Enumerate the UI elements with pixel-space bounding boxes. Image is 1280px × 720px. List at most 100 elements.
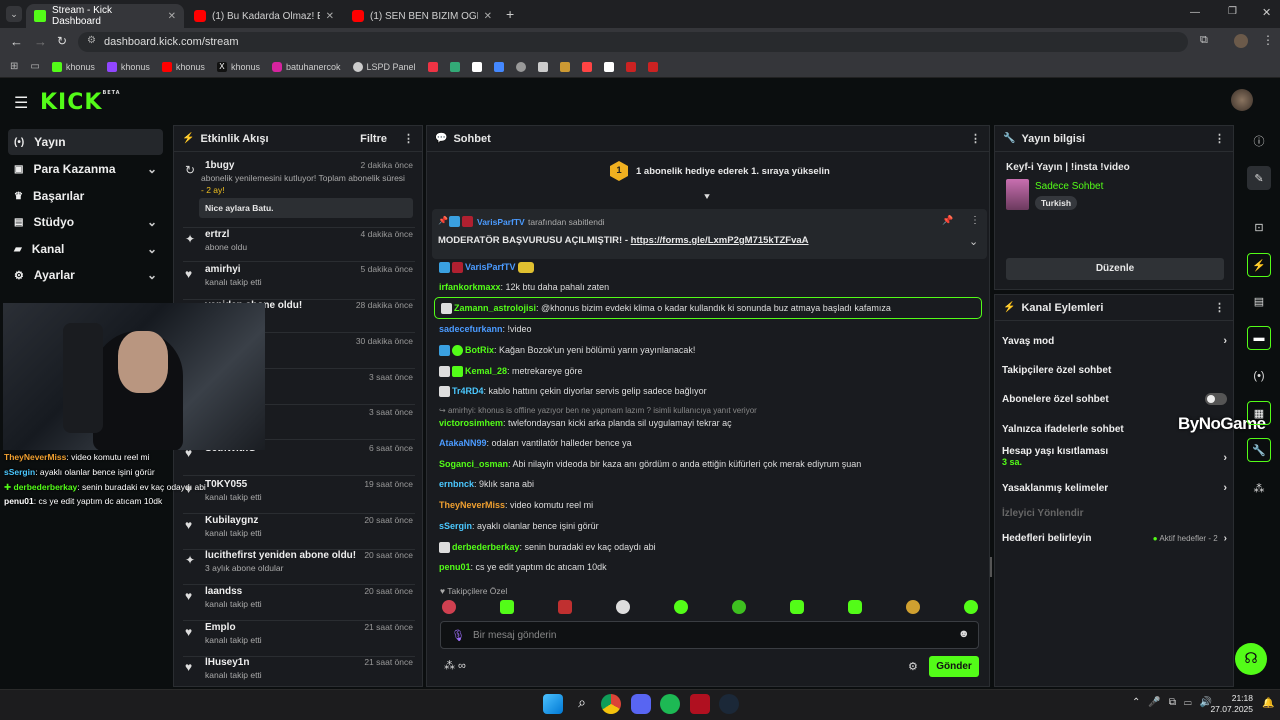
clipboard-icon[interactable]: ▤	[1247, 289, 1271, 313]
emote-icon[interactable]	[732, 600, 746, 614]
action-account-age[interactable]: Hesap yaşı kısıtlaması 3 sa. ›	[1002, 446, 1227, 472]
more-options-icon[interactable]: ⋮	[970, 132, 981, 145]
bookmark-favicon-icon[interactable]	[493, 61, 504, 72]
close-icon[interactable]: ✕	[326, 11, 334, 22]
info-icon[interactable]: ⓘ	[1247, 129, 1271, 153]
chat-settings-icon[interactable]: ⚙	[908, 660, 918, 673]
window-close-icon[interactable]: ✕	[1262, 6, 1271, 19]
steam-icon[interactable]	[719, 694, 739, 714]
action-banned-words[interactable]: Yasaklanmış kelimeler ›	[1002, 481, 1227, 495]
browser-menu-icon[interactable]: ⋮	[1262, 33, 1274, 47]
tab-list-chevron-icon[interactable]: ⌄	[6, 6, 22, 22]
apps-grid-icon[interactable]: ⊞	[10, 61, 18, 72]
bookmark-favicon-icon[interactable]	[625, 61, 636, 72]
bookmark-favicon-icon[interactable]	[603, 61, 614, 72]
search-icon[interactable]: ⌕	[572, 694, 592, 714]
activity-item[interactable]: ↻ 1bugy 2 dakika önce abonelik yenilemes…	[183, 160, 415, 228]
edit-stream-button[interactable]: Düzenle	[1006, 258, 1224, 280]
sidebar-item-studyo[interactable]: ▤ Stüdyo ⌄	[8, 209, 163, 235]
emote-icon[interactable]	[790, 600, 804, 614]
bookmark-item[interactable]: khonus	[106, 61, 150, 72]
bookmark-item[interactable]: Xkhonus	[216, 61, 260, 72]
more-options-icon[interactable]: ⋮	[403, 132, 414, 145]
hamburger-menu-icon[interactable]: ☰	[14, 93, 28, 113]
sidebar-item-basarilar[interactable]: ♛ Başarılar	[8, 183, 163, 209]
filter-button[interactable]: Filtre	[360, 133, 387, 145]
bookmark-favicon-icon[interactable]	[537, 61, 548, 72]
activity-item[interactable]: ♥ laandss 20 saat önce kanalı takip etti	[183, 586, 415, 621]
emote-icon[interactable]	[442, 600, 456, 614]
chat-input[interactable]: 🎙 Bir mesaj gönderin ☻	[440, 621, 979, 649]
activity-item[interactable]: ✦ lucithefirst yeniden abone oldu! 20 sa…	[183, 550, 415, 585]
edit-pencil-icon[interactable]: ✎	[1247, 166, 1271, 190]
bookmark-favicon-icon[interactable]	[515, 61, 526, 72]
more-options-icon[interactable]: ⋮	[970, 215, 980, 226]
broadcast-icon[interactable]: (•)	[1247, 364, 1271, 388]
browser-tab[interactable]: (1) Bu Kadarda Olmaz! Esnafın ✕	[186, 4, 342, 28]
stats-icon[interactable]: ▦	[1247, 401, 1271, 425]
emoji-icon[interactable]: ☻	[958, 628, 970, 640]
action-set-goals[interactable]: Hedefleri belirleyin ● Aktif hedefler - 2…	[1002, 531, 1227, 545]
send-button[interactable]: Gönder	[929, 656, 979, 677]
emote-icon[interactable]	[848, 600, 862, 614]
activity-item[interactable]: ♥ Emplo 21 saat önce kanalı takip etti	[183, 622, 415, 657]
close-icon[interactable]: ✕	[168, 11, 176, 22]
expand-chevron-icon[interactable]: ⌄	[969, 235, 978, 248]
action-subscribers-only[interactable]: Abonelere özel sohbet	[1002, 392, 1227, 406]
bookmark-item[interactable]: batuhanercok	[271, 61, 341, 72]
bookmark-favicon-icon[interactable]	[559, 61, 570, 72]
chat-bubble-icon[interactable]: ▬	[1247, 326, 1271, 350]
close-icon[interactable]: ✕	[484, 11, 492, 22]
activity-item[interactable]: ♥ Kubilaygnz 20 saat önce kanalı takip e…	[183, 515, 415, 550]
spotify-icon[interactable]	[660, 694, 680, 714]
pinned-message[interactable]: 📌 VarisParfTV tarafından sabitlendi 📌 ⋮ …	[432, 209, 987, 259]
restore-icon[interactable]: ❐	[1228, 6, 1237, 17]
emote-icon[interactable]	[558, 600, 572, 614]
folder-icon[interactable]: ▭	[30, 61, 39, 72]
apps-icon[interactable]: ⁂	[1247, 476, 1271, 500]
browser-tab[interactable]: (1) SEN BEN BİZİM OĞLAN | 55 ✕	[344, 4, 500, 28]
collapse-arrow-icon[interactable]: ⯆	[703, 192, 711, 203]
bookmark-favicon-icon[interactable]	[427, 61, 438, 72]
emote-icon[interactable]	[964, 600, 978, 614]
new-tab-plus-icon[interactable]: +	[506, 6, 514, 22]
pinned-by-user[interactable]: VarisParfTV	[477, 217, 525, 227]
reload-icon[interactable]: ↻	[57, 34, 67, 48]
activity-item[interactable]: ♥ lHusey1n 21 saat önce kanalı takip ett…	[183, 657, 415, 685]
bookmark-favicon-icon[interactable]	[449, 61, 460, 72]
sidebar-item-yayin[interactable]: (•) Yayın	[8, 129, 163, 155]
more-options-icon[interactable]: ⋮	[1214, 301, 1225, 314]
chrome-icon[interactable]	[601, 694, 621, 714]
emote-icon[interactable]	[500, 600, 514, 614]
forward-icon[interactable]: →	[34, 34, 47, 49]
bolt-icon[interactable]: ⚡	[1247, 253, 1271, 277]
emote-icon[interactable]	[674, 600, 688, 614]
extensions-icon[interactable]: ⧉	[1200, 34, 1208, 47]
notification-icon[interactable]: 🔔	[1262, 698, 1274, 709]
activity-item[interactable]: ✦ ertrzl 4 dakika önce abone oldu	[183, 229, 415, 262]
bookmark-favicon-icon[interactable]	[581, 61, 592, 72]
bookmark-favicon-icon[interactable]	[471, 61, 482, 72]
action-slow-mode[interactable]: Yavaş mod ›	[1002, 334, 1227, 348]
reply-reference[interactable]: ↪ amirhyi: khonus is offline yazıyor ben…	[439, 406, 757, 415]
minimize-icon[interactable]: —	[1190, 7, 1200, 18]
bookmark-favicon-icon[interactable]	[647, 61, 658, 72]
sidebar-item-ayarlar[interactable]: ⚙ Ayarlar ⌄	[8, 262, 163, 288]
activity-item[interactable]: ♥ T0KY055 19 saat önce kanalı takip etti	[183, 479, 415, 514]
bookmark-item[interactable]: LSPD Panel	[352, 61, 416, 72]
windows-start-icon[interactable]	[543, 694, 563, 714]
profile-avatar[interactable]	[1234, 34, 1248, 48]
sidebar-item-para-kazanma[interactable]: ▣ Para Kazanma ⌄	[8, 156, 163, 182]
action-followers-only[interactable]: Takipçilere özel sohbet	[1002, 363, 1227, 377]
kick-logo[interactable]: KICKBETA	[40, 90, 121, 115]
clock[interactable]: 21:18 27.07.2025	[1205, 693, 1253, 715]
wrench-icon[interactable]: 🔧	[1247, 438, 1271, 462]
sidebar-item-kanal[interactable]: ▰ Kanal ⌄	[8, 236, 163, 262]
unpin-icon[interactable]: 📌	[942, 215, 953, 226]
url-bar[interactable]: ⚙ dashboard.kick.com/stream	[78, 32, 1188, 52]
more-options-icon[interactable]: ⋮	[1214, 132, 1225, 145]
support-chat-button[interactable]: ☊	[1235, 643, 1267, 675]
chat-scrollbar[interactable]	[990, 557, 992, 577]
user-avatar[interactable]	[1231, 89, 1253, 111]
emote-icon[interactable]	[906, 600, 920, 614]
